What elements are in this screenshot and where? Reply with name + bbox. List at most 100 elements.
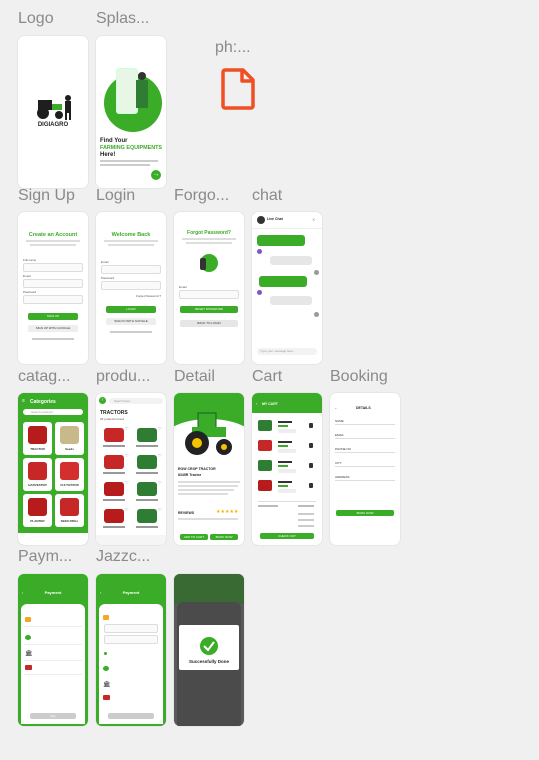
frame-logo[interactable]: DIGIAGRO [18,36,88,188]
category-card[interactable]: CULTIVATOR [55,458,84,491]
cart-item[interactable] [256,458,318,476]
product-card[interactable]: ♡ [134,507,162,533]
terms-checkbox[interactable] [104,652,107,655]
next-arrow-button[interactable]: → [151,170,161,180]
trash-icon[interactable] [309,443,313,448]
trash-icon[interactable] [309,423,313,428]
book-now-button[interactable]: BOOK NOW [210,534,238,540]
frame-label-jazzcash[interactable]: Jazzc... [96,548,150,566]
product-card[interactable]: ♡ [134,480,162,506]
category-card[interactable]: Seeds [55,422,84,455]
category-search-input[interactable]: Search products [23,409,83,415]
pay-button[interactable]: Pay [30,713,76,719]
frame-detail[interactable]: ROW CROP TRACTOR 8345R Tractor REVIEWS ★… [174,393,244,545]
heart-icon[interactable]: ♡ [125,426,129,431]
heart-icon[interactable]: ♡ [158,480,162,485]
category-card[interactable]: PLANTER [23,494,52,527]
add-to-cart-button[interactable]: ADD TO CART [180,534,208,540]
cart-item[interactable] [256,438,318,456]
cart-item[interactable] [256,418,318,436]
product-card[interactable]: ♡ [101,480,129,506]
product-card[interactable]: ♡ [101,453,129,479]
login-button[interactable]: LOGIN [106,306,156,313]
frame-label-cart[interactable]: Cart [252,368,282,386]
frame-success[interactable]: Successfully Done [174,574,244,726]
category-card[interactable]: TRACTOR [23,422,52,455]
frame-booking[interactable]: ← DETAILS BOOK NOW NAME EMAIL PHONE NO CITY… [330,393,400,545]
checkout-button[interactable]: CHECK OUT [260,533,314,539]
booking-field-input[interactable] [335,452,395,453]
heart-icon[interactable]: ♡ [125,480,129,485]
cnic-input[interactable] [104,635,158,644]
quantity-stepper[interactable] [278,449,296,453]
frame-splash[interactable]: Find Your FARMING EQUIPMENTS Here! → [96,36,166,188]
product-card[interactable]: ♡ [134,453,162,479]
frame-label-booking[interactable]: Booking [330,368,388,386]
frame-label-payment[interactable]: Paym... [18,548,72,566]
heart-icon[interactable]: ♡ [158,507,162,512]
back-icon[interactable]: ‹ [99,397,106,404]
frame-cart[interactable]: ‹ MY CART CHECK OUT [252,393,322,545]
frame-label-chat[interactable]: chat [252,187,282,205]
close-icon[interactable]: ✕ [312,217,315,222]
product-card[interactable]: ♡ [101,426,129,452]
forgot-password-link[interactable]: Forget Password ? [136,294,161,298]
menu-icon[interactable]: ≡ [22,398,25,404]
product-card[interactable]: ♡ [101,507,129,533]
quantity-stepper[interactable] [278,469,296,473]
back-icon[interactable]: ← [334,405,338,410]
booking-field-input[interactable] [335,424,395,425]
trash-icon[interactable] [309,463,313,468]
cart-item[interactable] [256,478,318,496]
account-number-input[interactable] [104,624,158,633]
reset-password-button[interactable]: RESET PASSWORD [180,306,238,313]
frame-label-forgot[interactable]: Forgo... [174,187,229,205]
heart-icon[interactable]: ♡ [158,426,162,431]
login-password-input[interactable] [101,281,161,290]
login-email-input[interactable] [101,265,161,274]
frame-forgot[interactable]: Forgot Password? Email RESET PASSWORD BA… [174,212,244,364]
payment-option-jazzcash[interactable] [24,616,82,627]
frame-label-detail[interactable]: Detail [174,368,215,386]
frame-label-products[interactable]: produ... [96,368,150,386]
quantity-stepper[interactable] [278,429,296,433]
trash-icon[interactable] [309,483,313,488]
frame-label-category[interactable]: catag... [18,368,70,386]
frame-label-placeholder[interactable]: ph:... [215,39,251,57]
name-input[interactable] [23,263,83,272]
payment-option-card[interactable] [24,664,82,675]
products-search-input[interactable]: Search here [109,398,163,404]
heart-icon[interactable]: ♡ [125,453,129,458]
booking-field-input[interactable] [335,438,395,439]
frame-label-signup[interactable]: Sign Up [18,187,75,205]
frame-jazzcash[interactable]: ‹ Payment 🏛 [96,574,166,726]
heart-icon[interactable]: ♡ [158,453,162,458]
category-card[interactable]: HARVESTER [23,458,52,491]
file-icon[interactable] [221,68,257,110]
booking-field-input[interactable] [335,466,395,467]
frame-category[interactable]: ≡ Categories Search products TRACTOR Seed… [18,393,88,545]
product-card[interactable]: ♡ [134,426,162,452]
frame-payment[interactable]: ‹ Payment 🏛 Pay [18,574,88,726]
google-signin-button[interactable]: SIGN IN WITH GOOGLE [106,318,156,325]
back-to-login-button[interactable]: BACK TO LOGIN [180,320,238,327]
password-input[interactable] [23,295,83,304]
booking-field-input[interactable] [335,480,395,481]
chat-message-input[interactable]: Type your message here... [257,348,317,355]
frame-chat[interactable]: Live Chat ✕ Type your message here... [252,212,322,364]
pay-button[interactable] [108,713,154,719]
quantity-stepper[interactable] [278,489,296,493]
frame-login[interactable]: Welcome Back Email Password Forget Passw… [96,212,166,364]
payment-option-easypaisa[interactable] [24,634,82,645]
book-now-button[interactable]: BOOK NOW [336,510,394,516]
frame-label-login[interactable]: Login [96,187,135,205]
back-icon[interactable]: ‹ [256,401,257,406]
frame-label-splash[interactable]: Splas... [96,10,149,28]
frame-label-logo[interactable]: Logo [18,10,54,28]
frame-signup[interactable]: Create an Account Full name Email Passwo… [18,212,88,364]
email-input[interactable] [23,279,83,288]
category-card[interactable]: SEED DRILL [55,494,84,527]
google-signup-button[interactable]: SIGN UP WITH GOOGLE [28,325,78,332]
heart-icon[interactable]: ♡ [125,507,129,512]
forgot-email-input[interactable] [179,290,239,299]
